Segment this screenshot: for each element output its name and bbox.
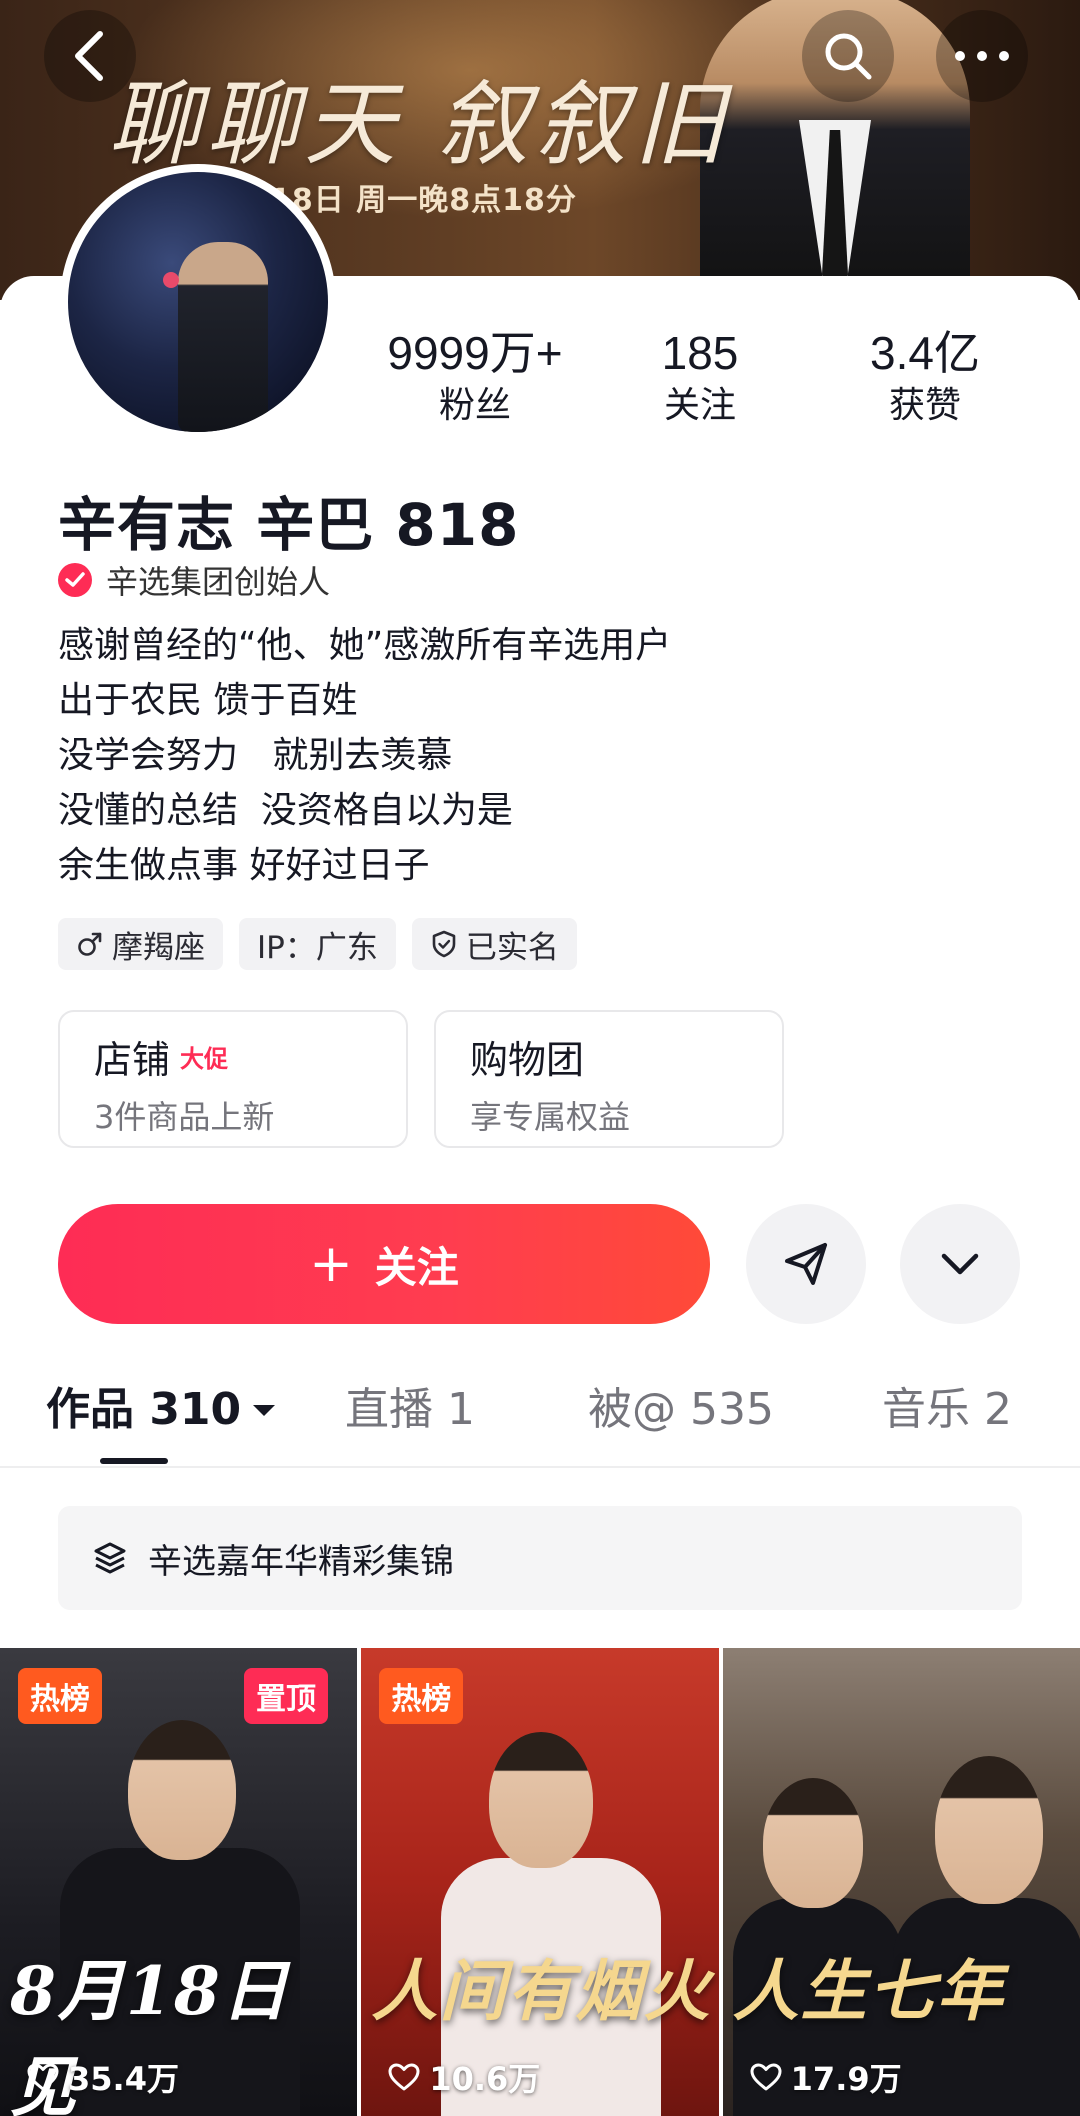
profile-bio: 感谢曾经的“他、她”感激所有辛选用户 出于农民 馈于百姓 没学会努力 就别去羡慕… — [58, 618, 671, 893]
verification-text: 辛选集团创始人 — [106, 563, 331, 601]
verified-check-icon — [58, 563, 92, 597]
like-count-value: 35.4万 — [68, 2060, 179, 2098]
tab-mentions[interactable]: 被@ 535 — [588, 1378, 774, 1442]
like-count: 17.9万 — [749, 2054, 902, 2100]
shop-card-group[interactable]: 购物团 享专属权益 — [434, 1010, 784, 1148]
stat-value: 3.4亿 — [870, 327, 980, 379]
thumbnail-caption: 人生七年 — [732, 1952, 1005, 2030]
chevron-down-icon — [941, 1253, 979, 1275]
like-count: 35.4万 — [26, 2054, 179, 2100]
search-icon — [825, 33, 872, 80]
pinned-badge: 置顶 — [244, 1668, 328, 1724]
tab-label: 音乐 2 — [882, 1384, 1012, 1435]
stat-following[interactable]: 185 关注 — [595, 325, 805, 435]
stat-label: 关注 — [663, 385, 736, 426]
tab-music[interactable]: 音乐 2 — [882, 1378, 1012, 1442]
bio-line: 余生做点事 好好过日子 — [58, 845, 430, 886]
search-button[interactable] — [802, 10, 894, 102]
stat-followers[interactable]: 9999万+ 粉丝 — [370, 325, 580, 435]
stat-label: 获赞 — [888, 385, 961, 426]
send-icon — [785, 1243, 827, 1285]
caret-down-icon — [253, 1405, 276, 1416]
shop-card-store[interactable]: 店铺 大促 3件商品上新 — [58, 1010, 408, 1148]
avatar-person — [178, 242, 268, 432]
video-thumbnail[interactable]: 热榜 置顶 8月18日见 35.4万 — [0, 1648, 358, 2116]
tag-ip-location: IP：广东 — [239, 918, 396, 970]
like-count: 10.6万 — [387, 2054, 540, 2100]
banner-subtitle: 18日 周一晚8点18分 — [270, 183, 577, 218]
profile-tags: 摩羯座 IP：广东 已实名 — [58, 918, 577, 970]
hot-badge: 热榜 — [18, 1668, 102, 1724]
collection-label: 辛选嘉年华精彩集锦 — [148, 1541, 454, 1582]
collection-entry[interactable]: 辛选嘉年华精彩集锦 — [58, 1506, 1022, 1610]
like-count-value: 17.9万 — [790, 2060, 902, 2098]
bio-line: 出于农民 馈于百姓 — [58, 680, 358, 721]
like-count-value: 10.6万 — [429, 2060, 541, 2098]
video-thumbnail[interactable]: 人生七年 17.9万 — [722, 1648, 1080, 2116]
tag-real-name: 已实名 — [411, 918, 577, 970]
heart-icon — [388, 2063, 420, 2091]
tab-label: 直播 1 — [345, 1384, 475, 1435]
profile-name: 辛有志 辛巴 818 — [58, 491, 520, 559]
follow-button[interactable]: + 关注 — [58, 1204, 710, 1324]
verification-row: 辛选集团创始人 — [58, 557, 330, 603]
bio-line: 没懂的总结 没资格自以为是 — [58, 790, 513, 831]
tabs-divider — [0, 1466, 1080, 1468]
tab-label: 作品 310 — [46, 1384, 242, 1435]
tag-label: 已实名 — [465, 929, 559, 966]
stat-value: 185 — [661, 327, 739, 379]
tab-works[interactable]: 作品 310 — [46, 1378, 277, 1442]
heart-icon — [750, 2063, 782, 2091]
tag-label: IP：广东 — [257, 929, 378, 966]
tab-label: 被@ 535 — [588, 1384, 774, 1435]
shop-card-subtitle: 享专属权益 — [470, 1098, 631, 1136]
avatar[interactable] — [60, 164, 336, 440]
stat-label: 粉丝 — [438, 385, 511, 426]
share-button[interactable] — [746, 1204, 866, 1324]
stat-value: 9999万+ — [387, 327, 563, 379]
expand-button[interactable] — [900, 1204, 1020, 1324]
chevron-left-icon — [75, 31, 103, 81]
video-grid: 热榜 置顶 8月18日见 35.4万 热榜 人间有烟火 10.6万 人生七年 1… — [0, 1648, 1080, 2116]
shop-card-title-row: 购物团 — [470, 1030, 748, 1082]
thumbnail-face-left — [762, 1778, 863, 1908]
content-tabs: 作品 310 直播 1 被@ 535 音乐 2 — [0, 1378, 1080, 1468]
thumbnail-caption: 人间有烟火 — [371, 1952, 712, 2030]
tab-live[interactable]: 直播 1 — [345, 1378, 475, 1442]
thumbnail-face — [489, 1732, 594, 1868]
shield-icon — [432, 930, 456, 958]
thumbnail-face — [128, 1720, 236, 1860]
male-icon — [78, 932, 102, 956]
back-button[interactable] — [44, 10, 136, 102]
bio-line: 没学会努力 就别去羡慕 — [58, 735, 453, 776]
layers-icon — [94, 1542, 126, 1574]
hot-badge: 热榜 — [379, 1668, 464, 1724]
plus-icon: + — [309, 1234, 353, 1294]
shop-cards: 店铺 大促 3件商品上新 购物团 享专属权益 — [58, 1010, 784, 1148]
more-dots-icon — [955, 51, 1009, 61]
thumbnail-face-right — [934, 1756, 1043, 1904]
stat-likes[interactable]: 3.4亿 获赞 — [820, 325, 1030, 435]
heart-icon — [27, 2063, 59, 2091]
shop-card-title-row: 店铺 大促 — [94, 1030, 372, 1082]
tag-zodiac: 摩羯座 — [58, 918, 223, 970]
profile-stats: 9999万+ 粉丝 185 关注 3.4亿 获赞 — [370, 325, 1030, 435]
follow-label: 关注 — [374, 1242, 459, 1292]
promo-badge: 大促 — [180, 1044, 229, 1073]
shop-card-subtitle: 3件商品上新 — [94, 1098, 275, 1136]
bio-line: 感谢曾经的“他、她”感激所有辛选用户 — [58, 625, 672, 666]
avatar-microphone — [163, 272, 179, 288]
shop-card-title: 店铺 — [94, 1037, 171, 1082]
active-tab-indicator — [100, 1458, 168, 1464]
tag-label: 摩羯座 — [112, 929, 205, 966]
shop-card-title: 购物团 — [470, 1037, 585, 1082]
more-button[interactable] — [936, 10, 1028, 102]
video-thumbnail[interactable]: 热榜 人间有烟火 10.6万 — [361, 1648, 719, 2116]
